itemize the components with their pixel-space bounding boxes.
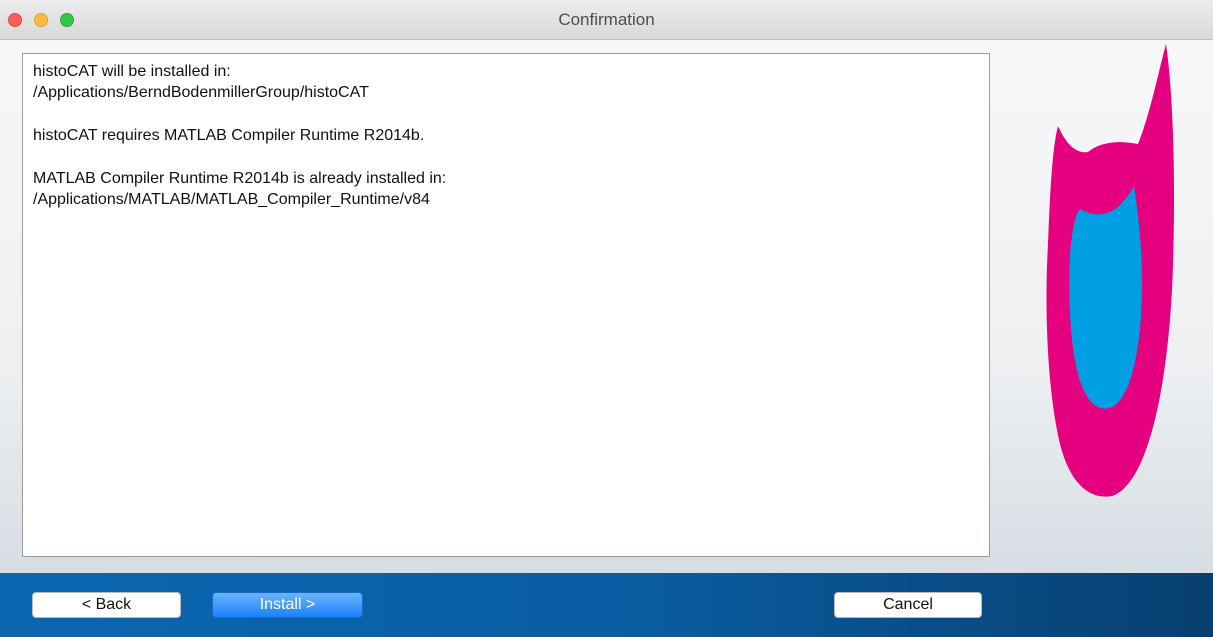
window-title: Confirmation	[558, 10, 655, 29]
back-button[interactable]: < Back	[32, 592, 181, 618]
histocat-logo-icon	[1046, 44, 1175, 497]
content-area: histoCAT will be installed in: /Applicat…	[0, 40, 1213, 573]
runtime-requirement-text: histoCAT requires MATLAB Compiler Runtim…	[33, 127, 425, 144]
title-bar: Confirmation	[0, 0, 1213, 40]
logo-inner-shape	[1069, 186, 1142, 409]
installer-window: Confirmation histoCAT will be installed …	[0, 0, 1213, 637]
confirmation-text-area: histoCAT will be installed in: /Applicat…	[22, 53, 990, 557]
install-location-text: histoCAT will be installed in: /Applicat…	[33, 63, 369, 101]
install-button[interactable]: Install >	[212, 592, 363, 618]
cancel-button[interactable]: Cancel	[834, 592, 982, 618]
button-bar: < Back Install > Cancel	[0, 573, 1213, 637]
runtime-installed-text: MATLAB Compiler Runtime R2014b is alread…	[33, 170, 447, 208]
